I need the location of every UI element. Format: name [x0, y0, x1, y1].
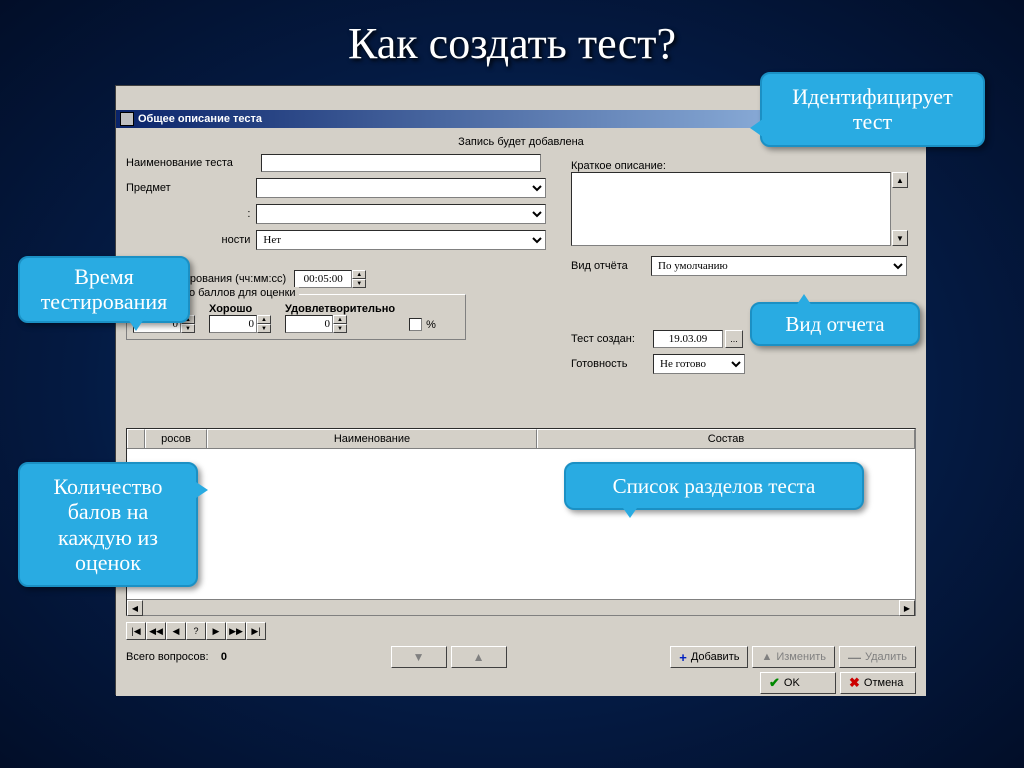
edit-icon: ▲ [761, 651, 772, 663]
callout-scores: Количество балов на каждую из оценок [18, 462, 198, 587]
memo-scroll-down[interactable]: ▼ [892, 230, 908, 246]
good-up[interactable]: ▲ [257, 315, 271, 324]
label-readiness: Готовность [571, 358, 653, 370]
label-created: Тест создан: [571, 333, 653, 345]
time-spinner[interactable]: ▲ ▼ [294, 270, 366, 288]
report-kind-select[interactable]: По умолчанию [651, 256, 907, 276]
created-date-input[interactable] [653, 330, 723, 348]
delete-button-label: Удалить [865, 651, 907, 663]
edit-button[interactable]: ▲ Изменить [752, 646, 835, 668]
callout-time: Время тестирования [18, 256, 190, 323]
grid-hscroll[interactable]: ◀ ▶ [127, 599, 915, 615]
nav-prevpage-button[interactable]: ◀◀ [146, 622, 166, 640]
callout-identify: Идентифицирует тест [760, 72, 985, 147]
app-window: Общее описание теста Запись будет добавл… [116, 110, 926, 696]
good-down[interactable]: ▼ [257, 324, 271, 333]
x-icon: ✖ [849, 675, 860, 691]
nav-last-button[interactable]: ▶| [246, 622, 266, 640]
delete-button[interactable]: — Удалить [839, 646, 916, 668]
record-navigator: |◀ ◀◀ ◀ ? ▶ ▶▶ ▶| [126, 622, 266, 640]
callout-report: Вид отчета [750, 302, 920, 346]
readiness-select[interactable]: Не готово [653, 354, 745, 374]
label-partial-1: : [126, 208, 256, 220]
move-up-button[interactable]: ▲ [451, 646, 507, 668]
label-subject: Предмет [126, 182, 256, 194]
excellent-down[interactable]: ▼ [181, 324, 195, 333]
ok-button-label: OK [784, 677, 800, 689]
move-down-button[interactable]: ▼ [391, 646, 447, 668]
slide-frame: Общее описание теста Запись будет добавл… [115, 85, 925, 695]
right-column: Краткое описание: ▲ ▼ Вид отчёта По умол… [571, 160, 911, 380]
add-button-label: Добавить [691, 651, 740, 663]
edit-button-label: Изменить [776, 651, 826, 663]
sat-up[interactable]: ▲ [333, 315, 347, 324]
sections-grid[interactable]: росов Наименование Состав ◀ ▶ [126, 428, 916, 616]
sat-down[interactable]: ▼ [333, 324, 347, 333]
ok-button[interactable]: ✔ OK [760, 672, 836, 694]
satisfactory-input[interactable] [285, 315, 333, 333]
good-input[interactable] [209, 315, 257, 333]
field-select-1[interactable] [256, 204, 546, 224]
label-level: ности [126, 234, 256, 246]
memo-scroll-up[interactable]: ▲ [892, 172, 908, 188]
grid-header-name[interactable]: Наименование [207, 429, 537, 448]
total-questions-value: 0 [221, 651, 227, 663]
test-name-input[interactable] [261, 154, 541, 172]
label-report-kind: Вид отчёта [571, 260, 651, 272]
short-desc-textarea[interactable] [571, 172, 891, 246]
label-short-desc: Краткое описание: [571, 160, 911, 172]
label-test-name: Наименование теста [126, 157, 261, 169]
plus-icon: + [679, 650, 687, 665]
label-satisfactory: Удовлетворительно [285, 303, 395, 315]
callout-sections: Список разделов теста [564, 462, 864, 510]
subject-select[interactable] [256, 178, 546, 198]
bottom-toolbar: Всего вопросов: 0 ▼ ▲ + Добавить ▲ Измен… [126, 646, 916, 668]
nav-prev-button[interactable]: ◀ [166, 622, 186, 640]
slide-title: Как создать тест? [0, 0, 1024, 79]
time-up-button[interactable]: ▲ [352, 270, 366, 279]
label-good: Хорошо [209, 303, 271, 315]
cancel-button[interactable]: ✖ Отмена [840, 672, 916, 694]
nav-first-button[interactable]: |◀ [126, 622, 146, 640]
grid-header-marker [127, 429, 145, 448]
minus-icon: — [848, 650, 861, 665]
hscroll-right[interactable]: ▶ [899, 600, 915, 616]
window-icon [120, 112, 134, 126]
check-icon: ✔ [769, 675, 780, 691]
label-total-questions: Всего вопросов: [126, 651, 209, 663]
date-picker-button[interactable]: ... [725, 330, 743, 348]
hscroll-left[interactable]: ◀ [127, 600, 143, 616]
time-input[interactable] [294, 270, 352, 288]
grid-header-num[interactable]: росов [145, 429, 207, 448]
nav-next-button[interactable]: ▶ [206, 622, 226, 640]
grid-header-comp[interactable]: Состав [537, 429, 915, 448]
add-button[interactable]: + Добавить [670, 646, 748, 668]
dialog-buttons: ✔ OK ✖ Отмена [760, 672, 916, 694]
nav-nextpage-button[interactable]: ▶▶ [226, 622, 246, 640]
cancel-button-label: Отмена [864, 677, 903, 689]
level-select[interactable]: Нет [256, 230, 546, 250]
grid-header: росов Наименование Состав [127, 429, 915, 449]
percent-label: % [426, 319, 436, 331]
nav-help-button[interactable]: ? [186, 622, 206, 640]
window-title: Общее описание теста [138, 113, 262, 125]
time-down-button[interactable]: ▼ [352, 279, 366, 288]
percent-checkbox[interactable] [409, 318, 422, 331]
